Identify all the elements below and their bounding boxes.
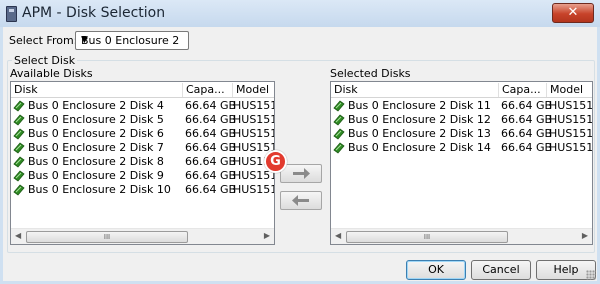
select-from-dropdown[interactable]: Bus 0 Enclosure 2 ▼ (75, 31, 189, 50)
disk-capacity: 66.64 GB (185, 155, 237, 168)
scroll-left-icon[interactable]: ◀ (335, 231, 341, 240)
available-disks-label: Available Disks (10, 67, 93, 80)
disk-model: HUS151P (549, 141, 593, 154)
table-header: Disk Capa... Model (331, 82, 592, 98)
disk-name: Bus 0 Enclosure 2 Disk 13 (348, 127, 491, 140)
disk-model: HUS151 (233, 183, 275, 196)
column-header-disk[interactable]: Disk (11, 83, 183, 97)
horizontal-scrollbar[interactable]: ◀ III ▶ (331, 228, 592, 244)
column-header-capacity[interactable]: Capa... (499, 83, 547, 97)
disk-model: HUS151P (549, 99, 593, 112)
resize-grip[interactable] (586, 270, 596, 280)
table-row[interactable]: Bus 0 Enclosure 2 Disk 9 66.64 GB HUS151 (11, 169, 274, 183)
disk-drive-icon (13, 114, 25, 126)
disk-name: Bus 0 Enclosure 2 Disk 6 (28, 127, 164, 140)
disk-name: Bus 0 Enclosure 2 Disk 9 (28, 169, 164, 182)
disk-drive-icon (13, 170, 25, 182)
disk-name: Bus 0 Enclosure 2 Disk 14 (348, 141, 491, 154)
disk-capacity: 66.64 GB (185, 169, 237, 182)
disk-drive-icon (13, 184, 25, 196)
window-title: APM - Disk Selection (22, 5, 166, 21)
close-button[interactable]: ✕ (552, 3, 594, 23)
disk-drive-icon (333, 114, 345, 126)
disk-capacity: 66.64 GB (185, 127, 237, 140)
disk-drive-icon (333, 142, 345, 154)
scroll-right-icon[interactable]: ▶ (582, 231, 588, 240)
chevron-down-icon: ▼ (81, 35, 88, 45)
scroll-right-icon[interactable]: ▶ (264, 231, 270, 240)
disk-model: HUS151P (549, 113, 593, 126)
disk-capacity: 66.64 GB (185, 141, 237, 154)
disk-drive-icon (13, 128, 25, 140)
selected-disks-label: Selected Disks (330, 67, 411, 80)
move-left-button[interactable] (280, 191, 322, 210)
table-row[interactable]: Bus 0 Enclosure 2 Disk 4 66.64 GB HUS151 (11, 99, 274, 113)
disk-model: HUS151 (233, 99, 275, 112)
disk-name: Bus 0 Enclosure 2 Disk 5 (28, 113, 164, 126)
disk-capacity: 66.64 GB (185, 183, 237, 196)
app-icon (6, 6, 17, 22)
move-right-button[interactable] (280, 164, 322, 183)
column-header-model[interactable]: Model (547, 83, 592, 97)
scroll-thumb[interactable]: III (26, 231, 188, 243)
dialog-body: Select From: Bus 0 Enclosure 2 ▼ Select … (3, 27, 597, 281)
select-disk-group: Select Disk Available Disks Disk Capa...… (7, 54, 595, 253)
column-header-model[interactable]: Model (233, 83, 274, 97)
disk-drive-icon (13, 156, 25, 168)
disk-capacity: 66.64 GB (501, 127, 553, 140)
table-row[interactable]: Bus 0 Enclosure 2 Disk 5 66.64 GB HUS151 (11, 113, 274, 127)
table-row[interactable]: Bus 0 Enclosure 2 Disk 7 66.64 GB HUS151 (11, 141, 274, 155)
disk-name: Bus 0 Enclosure 2 Disk 12 (348, 113, 491, 126)
disk-capacity: 66.64 GB (501, 99, 553, 112)
arrow-right-icon (293, 168, 310, 179)
disk-capacity: 66.64 GB (185, 113, 237, 126)
disk-drive-icon (333, 100, 345, 112)
table-row[interactable]: Bus 0 Enclosure 2 Disk 10 66.64 GB HUS151 (11, 183, 274, 197)
disk-name: Bus 0 Enclosure 2 Disk 7 (28, 141, 164, 154)
table-header: Disk Capa... Model (11, 82, 274, 98)
scroll-thumb[interactable]: III (346, 231, 508, 243)
table-row[interactable]: Bus 0 Enclosure 2 Disk 6 66.64 GB HUS151 (11, 127, 274, 141)
horizontal-scrollbar[interactable]: ◀ III ▶ (11, 228, 274, 244)
disk-name: Bus 0 Enclosure 2 Disk 10 (28, 183, 171, 196)
disk-name: Bus 0 Enclosure 2 Disk 4 (28, 99, 164, 112)
disk-name: Bus 0 Enclosure 2 Disk 11 (348, 99, 491, 112)
disk-capacity: 66.64 GB (501, 141, 553, 154)
disk-drive-icon (13, 100, 25, 112)
table-row[interactable]: Bus 0 Enclosure 2 Disk 12 66.64 GBHUS151P (331, 113, 592, 127)
disk-model: HUS151P (549, 127, 593, 140)
column-header-capacity[interactable]: Capa... (183, 83, 233, 97)
disk-model: HUS151 (233, 113, 275, 126)
disk-model: HUS151 (233, 127, 275, 140)
disk-capacity: 66.64 GB (185, 99, 237, 112)
column-header-disk[interactable]: Disk (331, 83, 499, 97)
title-bar[interactable]: APM - Disk Selection ✕ (0, 0, 600, 27)
cancel-button[interactable]: Cancel (471, 260, 531, 280)
disk-drive-icon (333, 128, 345, 140)
table-row[interactable]: Bus 0 Enclosure 2 Disk 11 66.64 GBHUS151P (331, 99, 592, 113)
select-disk-legend: Select Disk (12, 54, 78, 67)
selected-disks-table[interactable]: Disk Capa... Model Bus 0 Enclosure 2 Dis… (330, 81, 593, 245)
table-row[interactable]: Bus 0 Enclosure 2 Disk 14 66.64 GBHUS151P (331, 141, 592, 155)
available-disks-table[interactable]: Disk Capa... Model Bus 0 Enclosure 2 Dis… (10, 81, 275, 245)
select-from-label: Select From: (9, 34, 78, 47)
scroll-left-icon[interactable]: ◀ (15, 231, 21, 240)
disk-drive-icon (13, 142, 25, 154)
ok-button[interactable]: OK (406, 260, 466, 280)
disk-name: Bus 0 Enclosure 2 Disk 8 (28, 155, 164, 168)
table-row[interactable]: Bus 0 Enclosure 2 Disk 13 66.64 GBHUS151P (331, 127, 592, 141)
arrow-left-icon (292, 195, 309, 206)
table-row[interactable]: Bus 0 Enclosure 2 Disk 8 66.64 GB HUS151 (11, 155, 274, 169)
disk-capacity: 66.64 GB (501, 113, 553, 126)
overlay-badge-icon[interactable]: G (264, 150, 287, 173)
